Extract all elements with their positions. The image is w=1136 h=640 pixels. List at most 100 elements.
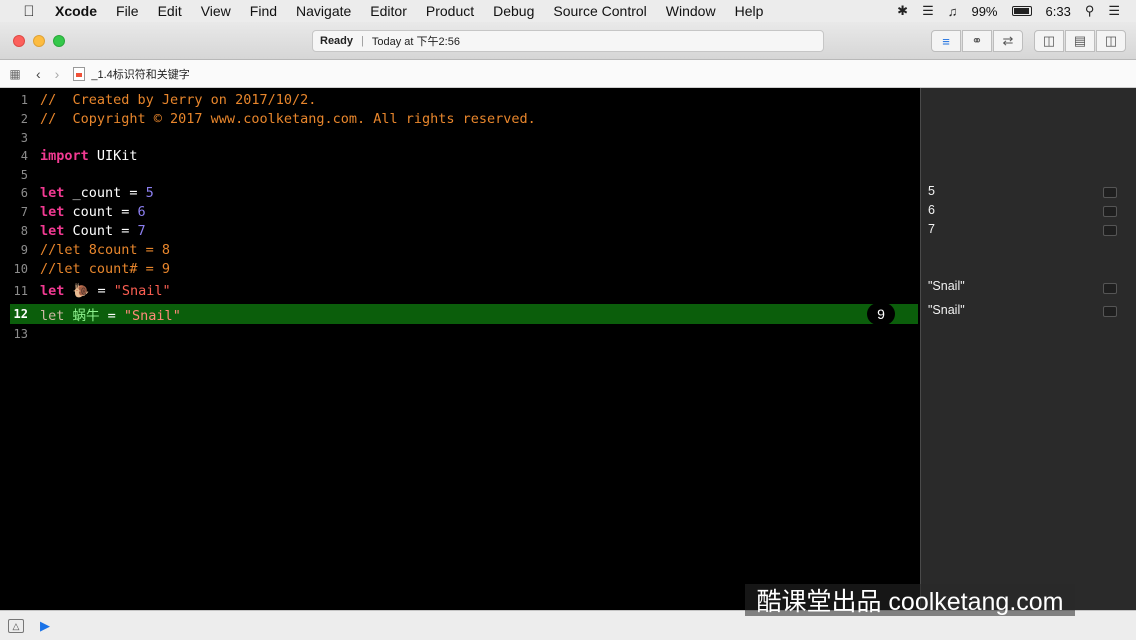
- version-editor-icon: ⇄: [1002, 33, 1014, 48]
- code-line[interactable]: 4 import UIKit: [0, 146, 920, 165]
- code-line[interactable]: 7 let count = 6: [0, 202, 920, 221]
- line-execution-count-badge[interactable]: 9: [867, 303, 895, 325]
- menu-list-icon[interactable]: ☰: [1108, 3, 1120, 19]
- result-value[interactable]: 7: [928, 222, 935, 236]
- close-button[interactable]: [13, 35, 25, 47]
- breadcrumb-filename[interactable]: _1.4标识符和关键字: [91, 66, 189, 82]
- number-literal: 7: [137, 222, 146, 239]
- string-literal: "Snail": [113, 282, 171, 299]
- identifier: 🐌 =: [64, 282, 114, 299]
- code-text: //let 8count = 8: [40, 241, 171, 258]
- menu-help[interactable]: Help: [735, 3, 764, 19]
- result-value[interactable]: "Snail": [928, 279, 965, 293]
- bluetooth-icon[interactable]: ✱: [897, 3, 908, 19]
- code-line[interactable]: 11 let 🐌 = "Snail": [0, 280, 920, 301]
- build-status: Ready: [320, 35, 354, 47]
- battery-icon[interactable]: [1011, 6, 1032, 16]
- debug-area-toggle-icon[interactable]: △: [8, 618, 24, 633]
- line-number: 9: [20, 242, 28, 257]
- menu-editor[interactable]: Editor: [370, 3, 407, 19]
- minimize-button[interactable]: [33, 35, 45, 47]
- line-number: 12: [13, 307, 28, 321]
- volume-icon[interactable]: ♫: [948, 4, 958, 19]
- code-text: // Created by Jerry on 2017/10/2.: [40, 91, 317, 108]
- apple-menu-icon[interactable]: : [18, 3, 40, 20]
- code-text: let 蜗牛 = "Snail": [40, 304, 181, 324]
- back-icon[interactable]: ‹: [36, 66, 41, 82]
- debug-area-toggle-button[interactable]: ▤: [1065, 30, 1095, 52]
- code-text: let _count = 5: [40, 185, 154, 201]
- line-number: 3: [20, 130, 28, 145]
- watermark: 酷课堂出品 coolketang.com: [745, 584, 1075, 616]
- quick-look-icon[interactable]: [1103, 225, 1117, 236]
- menu-navigate[interactable]: Navigate: [296, 3, 351, 19]
- left-panel-icon: ◫: [1042, 33, 1056, 48]
- menu-bar:  Xcode File Edit View Find Navigate Edi…: [0, 0, 1136, 22]
- quick-look-icon[interactable]: [1103, 206, 1117, 217]
- bottom-panel-icon: ▤: [1073, 33, 1087, 48]
- number-literal: 5: [145, 184, 154, 201]
- run-playground-icon[interactable]: ▶: [40, 618, 50, 634]
- result-value[interactable]: "Snail": [928, 303, 965, 317]
- string-literal: "Snail": [123, 308, 181, 324]
- operator: =: [99, 308, 124, 324]
- inspector-toggle-button[interactable]: ◫: [1096, 30, 1126, 52]
- keyword: let: [40, 203, 65, 220]
- code-line[interactable]: 6 let _count = 5: [0, 183, 920, 202]
- quick-look-icon[interactable]: [1103, 306, 1117, 317]
- code-line[interactable]: 1 // Created by Jerry on 2017/10/2.: [0, 90, 920, 109]
- menu-window[interactable]: Window: [666, 3, 716, 19]
- standard-editor-button[interactable]: ≡: [931, 30, 961, 52]
- menu-product[interactable]: Product: [426, 3, 474, 19]
- search-icon[interactable]: ⚲: [1085, 3, 1095, 19]
- result-value[interactable]: 6: [928, 203, 935, 217]
- quick-look-icon[interactable]: [1103, 283, 1117, 294]
- code-line[interactable]: 2 // Copyright © 2017 www.coolketang.com…: [0, 109, 920, 128]
- quick-look-icon[interactable]: [1103, 187, 1117, 198]
- navigator-toggle-button[interactable]: ◫: [1034, 30, 1064, 52]
- menu-file[interactable]: File: [116, 3, 139, 19]
- line-number: 8: [20, 223, 28, 238]
- line-number: 5: [20, 167, 28, 182]
- code-line[interactable]: 10 //let count# = 9: [0, 259, 920, 278]
- keyword: let: [40, 184, 65, 201]
- right-panel-icon: ◫: [1104, 33, 1118, 48]
- forward-icon[interactable]: ›: [55, 66, 60, 82]
- code-line[interactable]: 5: [0, 165, 920, 184]
- current-line-highlight[interactable]: 12 let 蜗牛 = "Snail": [10, 304, 918, 324]
- menu-edit[interactable]: Edit: [158, 3, 182, 19]
- menu-view[interactable]: View: [201, 3, 231, 19]
- code-editor[interactable]: 1 // Created by Jerry on 2017/10/2. 2 //…: [0, 88, 920, 610]
- result-value[interactable]: 5: [928, 184, 935, 198]
- related-items-icon[interactable]: ▦: [8, 67, 22, 81]
- code-line[interactable]: 8 let Count = 7: [0, 221, 920, 240]
- status-area: ✱ ☰ ♫ 99% 6:33 ⚲ ☰: [897, 0, 1120, 22]
- code-line[interactable]: 9 //let 8count = 8: [0, 240, 920, 259]
- code-line[interactable]: 3: [0, 128, 920, 147]
- identifier: UIKit: [88, 147, 138, 164]
- line-number: 10: [13, 261, 28, 276]
- jump-bar: ▦ ‹ › _1.4标识符和关键字: [0, 60, 1136, 88]
- code-text: let count = 6: [40, 204, 146, 220]
- code-text: // Copyright © 2017 www.coolketang.com. …: [40, 110, 536, 127]
- window-toolbar: Ready | Today at 下午2:56 ≡ ⚭ ⇄ ◫ ▤ ◫: [0, 22, 1136, 60]
- clock[interactable]: 6:33: [1046, 4, 1071, 19]
- assistant-editor-icon: ⚭: [971, 33, 983, 48]
- menu-source-control[interactable]: Source Control: [553, 3, 646, 19]
- number-literal: 6: [137, 203, 146, 220]
- fullscreen-button[interactable]: [53, 35, 65, 47]
- status-separator: |: [361, 35, 364, 47]
- line-number: 2: [20, 111, 28, 126]
- menu-debug[interactable]: Debug: [493, 3, 534, 19]
- menu-find[interactable]: Find: [250, 3, 277, 19]
- line-number: 6: [20, 185, 28, 200]
- playground-file-icon: [73, 66, 86, 81]
- line-number: 4: [20, 148, 28, 163]
- wifi-icon[interactable]: ☰: [922, 3, 934, 19]
- menu-xcode[interactable]: Xcode: [55, 3, 97, 19]
- version-editor-button[interactable]: ⇄: [993, 30, 1023, 52]
- code-line[interactable]: 13: [0, 324, 920, 343]
- assistant-editor-button[interactable]: ⚭: [962, 30, 992, 52]
- activity-view: Ready | Today at 下午2:56: [312, 30, 824, 52]
- line-number: 11: [13, 283, 28, 298]
